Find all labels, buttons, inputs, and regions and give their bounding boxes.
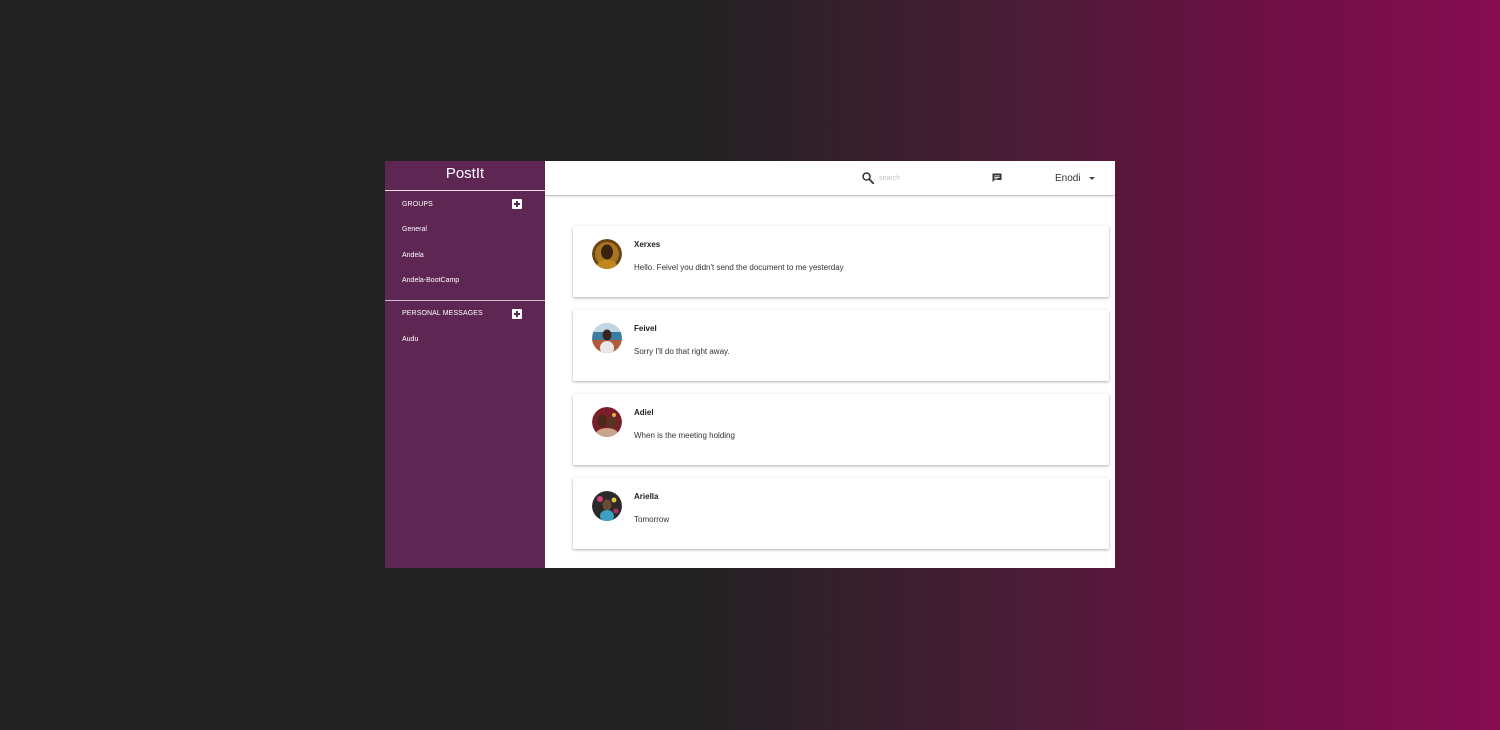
personal-messages-section: PERSONAL MESSAGES Audu: [385, 301, 545, 359]
message-sender: Ariella: [634, 492, 659, 501]
sidebar-item-audu[interactable]: Audu: [385, 327, 545, 353]
chat-icon[interactable]: [991, 172, 1003, 184]
message-sender: Adiel: [634, 408, 654, 417]
message-card: Adiel When is the meeting holding: [573, 394, 1109, 465]
message-text: Tomorrow: [634, 515, 670, 524]
groups-title: GROUPS: [402, 200, 433, 208]
message-text: When is the meeting holding: [634, 431, 735, 440]
add-personal-message-icon[interactable]: [512, 308, 522, 319]
avatar: [592, 323, 622, 353]
avatar: [592, 491, 622, 521]
search-input[interactable]: [879, 172, 959, 184]
sidebar: PostIt GROUPS General Andela Andela-Boot…: [385, 161, 545, 568]
brand-title: PostIt: [385, 161, 545, 191]
message-sender: Xerxes: [634, 240, 661, 249]
avatar: [592, 239, 622, 269]
sidebar-item-andela-bootcamp[interactable]: Andela-BootCamp: [385, 268, 545, 294]
personal-messages-header: PERSONAL MESSAGES: [385, 301, 545, 327]
personal-messages-title: PERSONAL MESSAGES: [402, 310, 483, 318]
groups-header: GROUPS: [385, 191, 545, 217]
user-name: Enodi: [1055, 172, 1081, 184]
caret-down-icon: [1088, 176, 1095, 180]
top-bar: Enodi: [545, 161, 1115, 196]
groups-section: GROUPS General Andela Andela-BootCamp: [385, 191, 545, 301]
avatar: [592, 407, 622, 437]
sidebar-item-andela[interactable]: Andela: [385, 243, 545, 269]
message-list: Xerxes Hello. Feivel you didn't send the…: [573, 226, 1109, 562]
message-sender: Feivel: [634, 324, 657, 333]
message-text: Sorry I'll do that right away.: [634, 347, 730, 356]
add-group-icon[interactable]: [512, 199, 522, 209]
search-icon[interactable]: [861, 171, 875, 185]
app-window: PostIt GROUPS General Andela Andela-Boot…: [385, 161, 1115, 568]
message-card: Ariella Tomorrow: [573, 478, 1109, 549]
sidebar-item-general[interactable]: General: [385, 217, 545, 243]
message-text: Hello. Feivel you didn't send the docume…: [634, 263, 844, 272]
user-menu[interactable]: Enodi: [1055, 170, 1095, 186]
message-card: Feivel Sorry I'll do that right away.: [573, 310, 1109, 381]
main-content: Enodi Xerxes Hello. Feivel you didn't se…: [545, 161, 1115, 568]
message-card: Xerxes Hello. Feivel you didn't send the…: [573, 226, 1109, 297]
